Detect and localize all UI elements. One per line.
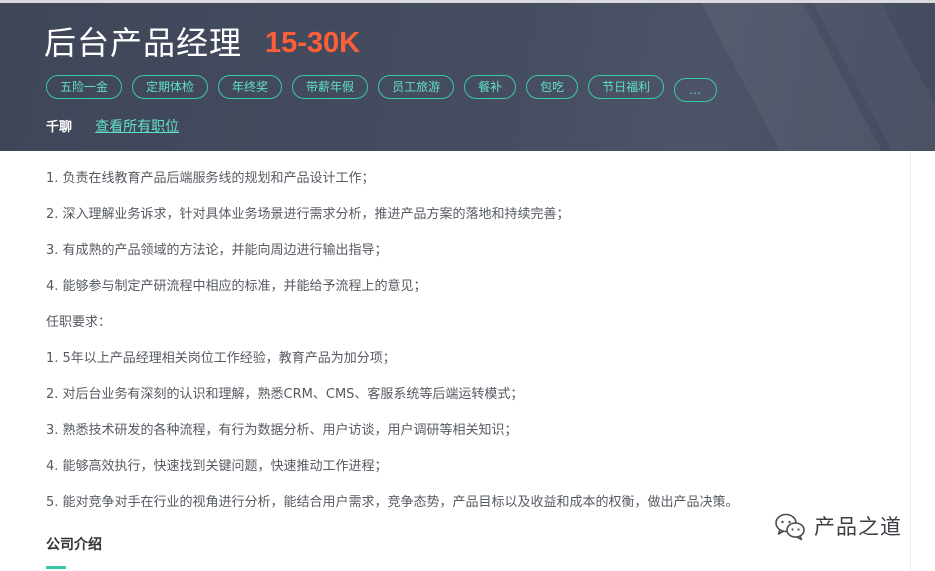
- more-tags-button[interactable]: …: [674, 78, 718, 102]
- company-intro-title: 公司介绍: [46, 537, 102, 553]
- benefit-tags: 五险一金 定期体检 年终奖 带薪年假 员工旅游 餐补 包吃 节日福利 …: [46, 75, 727, 102]
- watermark-text: 产品之道: [814, 515, 902, 539]
- right-divider: [910, 151, 911, 571]
- benefit-tag[interactable]: 包吃: [526, 75, 579, 99]
- requirement-line: 2. 对后台业务有深刻的认识和理解，熟悉CRM、CMS、客服系统等后端运转模式；: [46, 387, 524, 402]
- benefit-tag[interactable]: 带薪年假: [292, 75, 369, 99]
- benefit-tag[interactable]: 年终奖: [218, 75, 283, 99]
- watermark: 产品之道: [774, 512, 902, 542]
- benefit-tag[interactable]: 五险一金: [46, 75, 123, 99]
- company-name[interactable]: 千聊: [46, 120, 72, 135]
- description-line: 4. 能够参与制定产研流程中相应的标准，并能给予流程上的意见；: [46, 279, 427, 294]
- salary: 15-30K: [265, 27, 361, 59]
- view-all-jobs-link[interactable]: 查看所有职位: [95, 119, 179, 135]
- benefit-tag[interactable]: 员工旅游: [378, 75, 455, 99]
- requirement-line: 1. 5年以上产品经理相关岗位工作经验，教育产品为加分项；: [46, 351, 396, 366]
- description-line: 2. 深入理解业务诉求，针对具体业务场景进行需求分析，推进产品方案的落地和持续完…: [46, 207, 570, 222]
- benefit-tag[interactable]: 节日福利: [588, 75, 665, 99]
- benefit-tag[interactable]: 定期体检: [132, 75, 209, 99]
- section-underline: [46, 566, 66, 569]
- job-description: 1. 负责在线教育产品后端服务线的规划和产品设计工作； 2. 深入理解业务诉求，…: [46, 164, 906, 524]
- benefit-tag[interactable]: 餐补: [464, 75, 517, 99]
- job-detail-page: 后台产品经理 15-30K 五险一金 定期体检 年终奖 带薪年假 员工旅游 餐补…: [0, 0, 935, 571]
- wechat-icon: [775, 513, 805, 541]
- description-line: 1. 负责在线教育产品后端服务线的规划和产品设计工作；: [46, 171, 375, 186]
- company-row: 千聊 查看所有职位: [46, 117, 179, 138]
- job-title: 后台产品经理: [44, 24, 243, 62]
- requirements-heading: 任职要求：: [46, 315, 112, 330]
- description-line: 3. 有成熟的产品领域的方法论，并能向周边进行输出指导；: [46, 243, 388, 258]
- requirement-line: 3. 熟悉技术研发的各种流程，有行为数据分析、用户访谈，用户调研等相关知识；: [46, 423, 518, 438]
- requirement-line: 4. 能够高效执行，快速找到关键问题，快速推动工作进程；: [46, 459, 388, 474]
- job-header: 后台产品经理 15-30K 五险一金 定期体检 年终奖 带薪年假 员工旅游 餐补…: [0, 3, 935, 151]
